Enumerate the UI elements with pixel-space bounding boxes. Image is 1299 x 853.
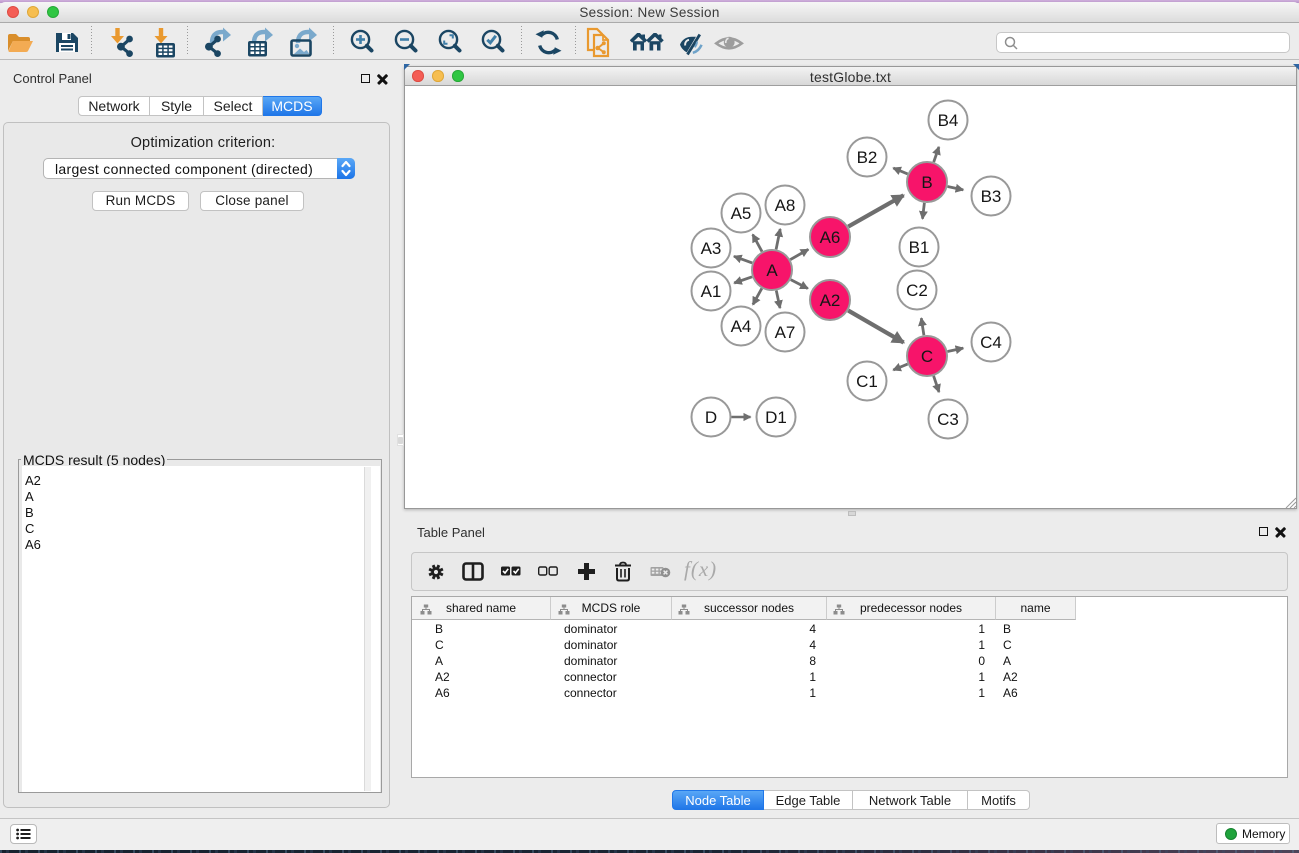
svg-text:C4: C4 bbox=[980, 333, 1002, 352]
svg-text:B2: B2 bbox=[857, 148, 878, 167]
svg-text:C1: C1 bbox=[856, 372, 878, 391]
svg-text:B3: B3 bbox=[981, 187, 1002, 206]
svg-text:A2: A2 bbox=[820, 291, 841, 310]
svg-text:A5: A5 bbox=[731, 204, 752, 223]
svg-text:A1: A1 bbox=[701, 282, 722, 301]
svg-text:D: D bbox=[705, 408, 717, 427]
svg-text:A8: A8 bbox=[775, 196, 796, 215]
svg-text:A3: A3 bbox=[701, 239, 722, 258]
svg-text:B: B bbox=[921, 173, 932, 192]
svg-text:A6: A6 bbox=[820, 228, 841, 247]
svg-text:A7: A7 bbox=[775, 323, 796, 342]
svg-text:C2: C2 bbox=[906, 281, 928, 300]
svg-text:C: C bbox=[921, 347, 933, 366]
svg-text:A4: A4 bbox=[731, 317, 752, 336]
svg-text:D1: D1 bbox=[765, 408, 787, 427]
svg-text:A: A bbox=[766, 261, 778, 280]
svg-text:B4: B4 bbox=[938, 111, 959, 130]
svg-text:C3: C3 bbox=[937, 410, 959, 429]
svg-text:B1: B1 bbox=[909, 238, 930, 257]
